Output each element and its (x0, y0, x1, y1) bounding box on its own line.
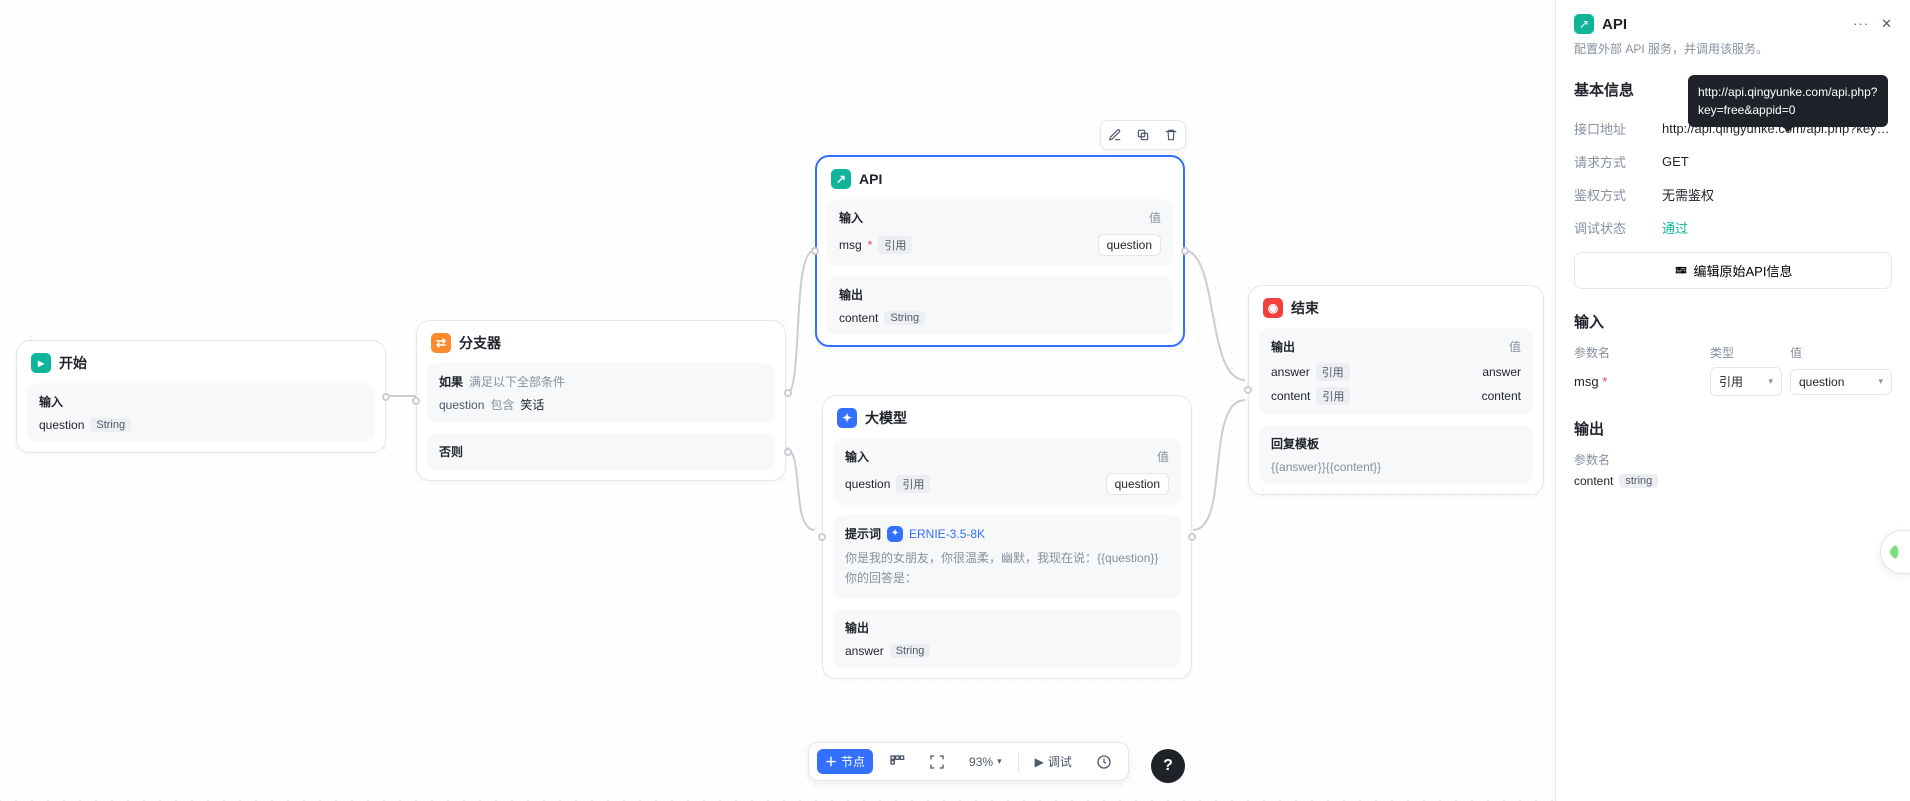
url-tooltip: http://api.qingyunke.com/api.php?key=fre… (1688, 75, 1888, 127)
prompt-text: 你是我的女朋友，你很温柔，幽默，我现在说：{{question}} 你的回答是： (845, 548, 1169, 589)
close-icon[interactable]: ✕ (1881, 16, 1892, 32)
fit-view-button[interactable] (921, 750, 953, 774)
node-title: 分支器 (459, 333, 501, 353)
node-end[interactable]: ◉ 结束 输出 值 answer 引用 answer content 引用 co… (1248, 285, 1544, 495)
param-type-select[interactable]: 引用▾ (1710, 367, 1782, 396)
param-value-select[interactable]: question▾ (1790, 369, 1892, 395)
workflow-canvas[interactable]: ▸ 开始 输入 question String ⇄ 分支器 如果 满足以下全部条… (0, 0, 1555, 801)
help-button[interactable]: ? (1151, 749, 1185, 783)
delete-button[interactable] (1157, 121, 1185, 149)
llm-icon: ✦ (837, 408, 857, 428)
panel-title: API (1602, 16, 1627, 33)
output-port-else[interactable] (784, 448, 792, 456)
node-llm[interactable]: ✦ 大模型 输入 值 question 引用 question 提示词 ✦ ER… (822, 395, 1192, 679)
output-port[interactable] (1181, 247, 1189, 255)
end-icon: ◉ (1263, 298, 1283, 318)
edit-api-button[interactable]: 编辑原始API信息 (1574, 252, 1892, 289)
more-icon[interactable]: ··· (1853, 16, 1869, 32)
output-port[interactable] (1188, 533, 1196, 541)
output-port-if[interactable] (784, 389, 792, 397)
input-port[interactable] (412, 397, 420, 405)
branch-icon: ⇄ (431, 333, 451, 353)
layout-button[interactable] (881, 750, 913, 774)
node-action-toolbar (1100, 120, 1186, 150)
edit-button[interactable] (1101, 121, 1129, 149)
api-icon: ↗ (831, 169, 851, 189)
panel-desc: 配置外部 API 服务，并调用该服务。 (1574, 40, 1892, 57)
node-title: 结束 (1291, 298, 1319, 318)
add-node-button[interactable]: ＋节点 (817, 749, 873, 774)
node-api[interactable]: ↗ API 输入 值 msg* 引用 question 输出 content S… (815, 155, 1185, 347)
node-branch[interactable]: ⇄ 分支器 如果 满足以下全部条件 question 包含 笑话 否则 (416, 320, 786, 481)
input-port[interactable] (1244, 386, 1252, 394)
node-start[interactable]: ▸ 开始 输入 question String (16, 340, 386, 453)
input-port[interactable] (811, 247, 819, 255)
history-button[interactable] (1088, 750, 1120, 774)
play-icon: ▸ (31, 353, 51, 373)
node-title: 开始 (59, 353, 87, 373)
copy-button[interactable] (1129, 121, 1157, 149)
status-badge: 通过 (1662, 218, 1892, 237)
canvas-toolbar: ＋节点 93% ▾ ▶ 调试 (808, 742, 1129, 781)
node-title: API (859, 171, 882, 187)
api-icon: ↗ (1574, 14, 1594, 34)
input-port[interactable] (818, 533, 826, 541)
output-port[interactable] (382, 393, 390, 401)
debug-button[interactable]: ▶ 调试 (1027, 749, 1080, 774)
node-title: 大模型 (865, 408, 907, 428)
model-icon: ✦ (887, 526, 903, 542)
zoom-level[interactable]: 93% ▾ (961, 751, 1010, 773)
